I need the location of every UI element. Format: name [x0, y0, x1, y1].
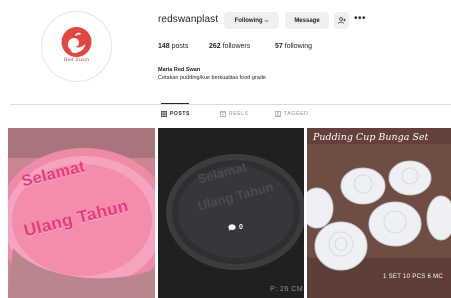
grid-icon — [161, 111, 167, 117]
post-tile-2[interactable]: Selamat Ulang Tahun 0 P: 26 CM — [158, 128, 304, 298]
avatar[interactable]: Red Swan — [41, 11, 112, 82]
profile-tabs: POSTS REELS TAGGED — [0, 111, 451, 123]
avatar-brand-text: Red Swan — [63, 57, 90, 63]
post-tile-3[interactable]: Pudding Cup Bunga Set 1 SET 10 PCS 6 MC — [307, 128, 451, 298]
post-2-comment-count: 0 — [228, 224, 243, 231]
profile-header: Red Swan redswanplast Following ⌵ Messag… — [0, 0, 451, 104]
stat-followers[interactable]: 262 followers — [209, 43, 250, 50]
tagged-icon — [275, 111, 281, 117]
tab-posts-label: POSTS — [170, 111, 190, 117]
tabs-divider — [10, 104, 451, 105]
stat-posts[interactable]: 148 posts — [158, 43, 188, 50]
post-2-caption: P: 26 CM — [270, 286, 304, 293]
following-button-label: Following — [234, 17, 263, 24]
swan-logo-icon — [46, 16, 107, 77]
following-label: following — [284, 43, 312, 50]
posts-label: posts — [171, 43, 189, 50]
avatar-image: Red Swan — [46, 16, 107, 77]
tab-posts[interactable]: POSTS — [161, 111, 190, 117]
post-2-comment-count-value: 0 — [239, 224, 243, 231]
following-button[interactable]: Following ⌵ — [224, 12, 279, 29]
flower-cups-image — [307, 128, 451, 298]
posts-grid: Selamat Ulang Tahun Selamat Ulang Tahun … — [8, 128, 451, 298]
profile-full-name: Maria Red Swan — [158, 67, 201, 73]
post-tile-1[interactable]: Selamat Ulang Tahun — [8, 128, 155, 298]
following-count: 57 — [275, 43, 283, 50]
profile-bio: Cetakan pudding/kue berkualitas food gra… — [158, 75, 266, 81]
message-button[interactable]: Message — [285, 12, 329, 29]
more-options-icon[interactable]: ••• — [354, 14, 366, 24]
message-button-label: Message — [294, 17, 320, 24]
followers-label: followers — [222, 43, 251, 50]
suggest-button[interactable] — [334, 12, 349, 29]
chevron-down-icon: ⌵ — [264, 17, 269, 24]
tab-tagged[interactable]: TAGGED — [275, 111, 308, 117]
tab-tagged-label: TAGGED — [284, 111, 309, 117]
posts-count: 148 — [158, 43, 170, 50]
tab-reels[interactable]: REELS — [220, 111, 248, 117]
comment-icon — [228, 224, 236, 231]
clear-mold-image — [158, 128, 304, 298]
profile-username: redswanplast — [158, 14, 219, 25]
tab-reels-label: REELS — [229, 111, 249, 117]
post-3-caption: 1 SET 10 PCS 6 MC — [383, 274, 444, 280]
add-person-icon — [337, 17, 346, 24]
post-3-title: Pudding Cup Bunga Set — [313, 132, 429, 143]
active-tab-indicator — [161, 103, 189, 104]
followers-count: 262 — [209, 43, 221, 50]
stat-following[interactable]: 57 following — [275, 43, 312, 50]
reels-icon — [220, 111, 226, 117]
